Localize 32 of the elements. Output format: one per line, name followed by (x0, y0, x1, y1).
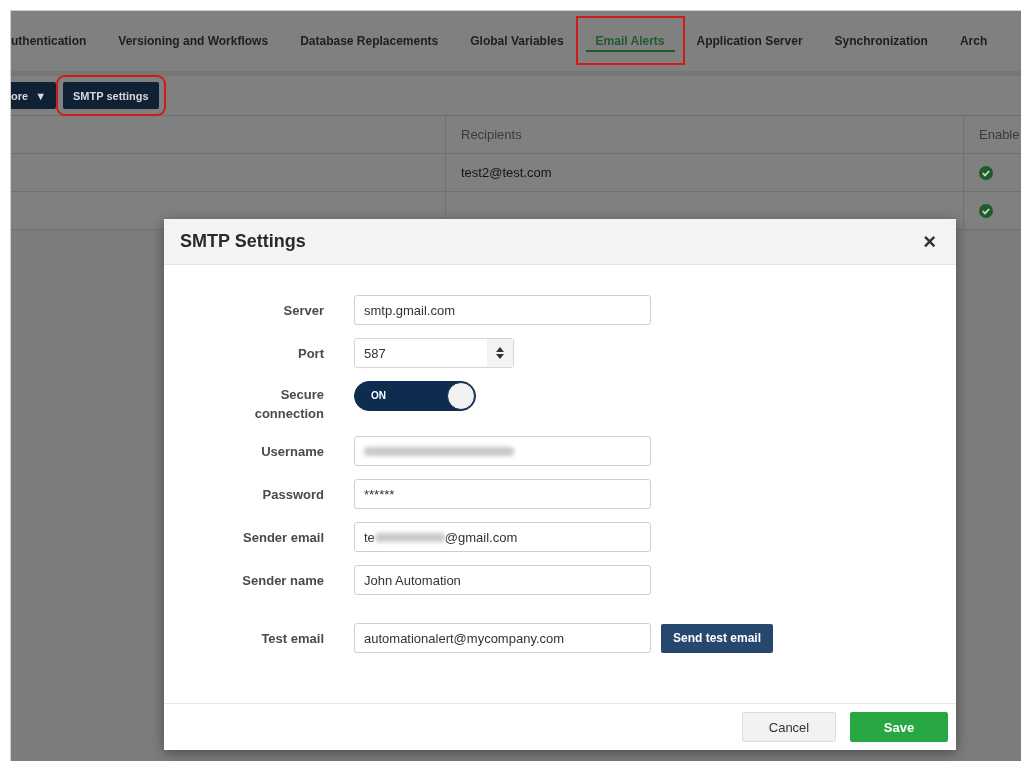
column-header: Recipients (445, 116, 963, 153)
input-field[interactable]: smtp.gmail.com (354, 295, 651, 325)
toggle-switch[interactable]: ON (354, 381, 476, 411)
number-field[interactable]: 587 (354, 338, 514, 368)
input-field[interactable]: ****** (354, 479, 651, 509)
tab[interactable]: Synchronization (818, 11, 944, 71)
tab[interactable]: uthentication (11, 11, 103, 71)
dropdown-button[interactable]: ore ▼ (11, 82, 56, 109)
input-field[interactable]: automationalert@mycompany.com (354, 623, 651, 653)
field-label: Test email (261, 629, 324, 648)
field-label: Password (262, 485, 324, 504)
input-field[interactable]: John Automation (354, 565, 651, 595)
close-button[interactable]: × (923, 230, 936, 253)
field-label: Port (298, 344, 324, 363)
spinner-arrows-icon[interactable] (496, 346, 504, 360)
cancel-button[interactable]: Cancel (742, 712, 836, 742)
table-cell: test2@test.com (445, 154, 963, 191)
tab[interactable]: Arch (943, 11, 1004, 71)
redacted-input-field[interactable] (354, 436, 651, 466)
tab[interactable]: Global Variables (454, 11, 580, 71)
field-label: Sender name (242, 571, 324, 590)
field-label: Username (261, 442, 324, 461)
tab[interactable]: Versioning and Workflows (102, 11, 285, 71)
tab[interactable]: Database Replacements (284, 11, 455, 71)
field-label: Server (283, 301, 324, 320)
field-label: Secure connection (253, 386, 324, 423)
send-test-email-button[interactable]: Send test email (661, 623, 774, 653)
dialog-title: SMTP Settings (180, 231, 306, 252)
field-label: Sender email (243, 528, 324, 547)
column-header: Enable (963, 116, 1021, 153)
input-field[interactable]: te @gmail.com (354, 522, 651, 552)
tab[interactable]: Application Server (680, 11, 819, 71)
